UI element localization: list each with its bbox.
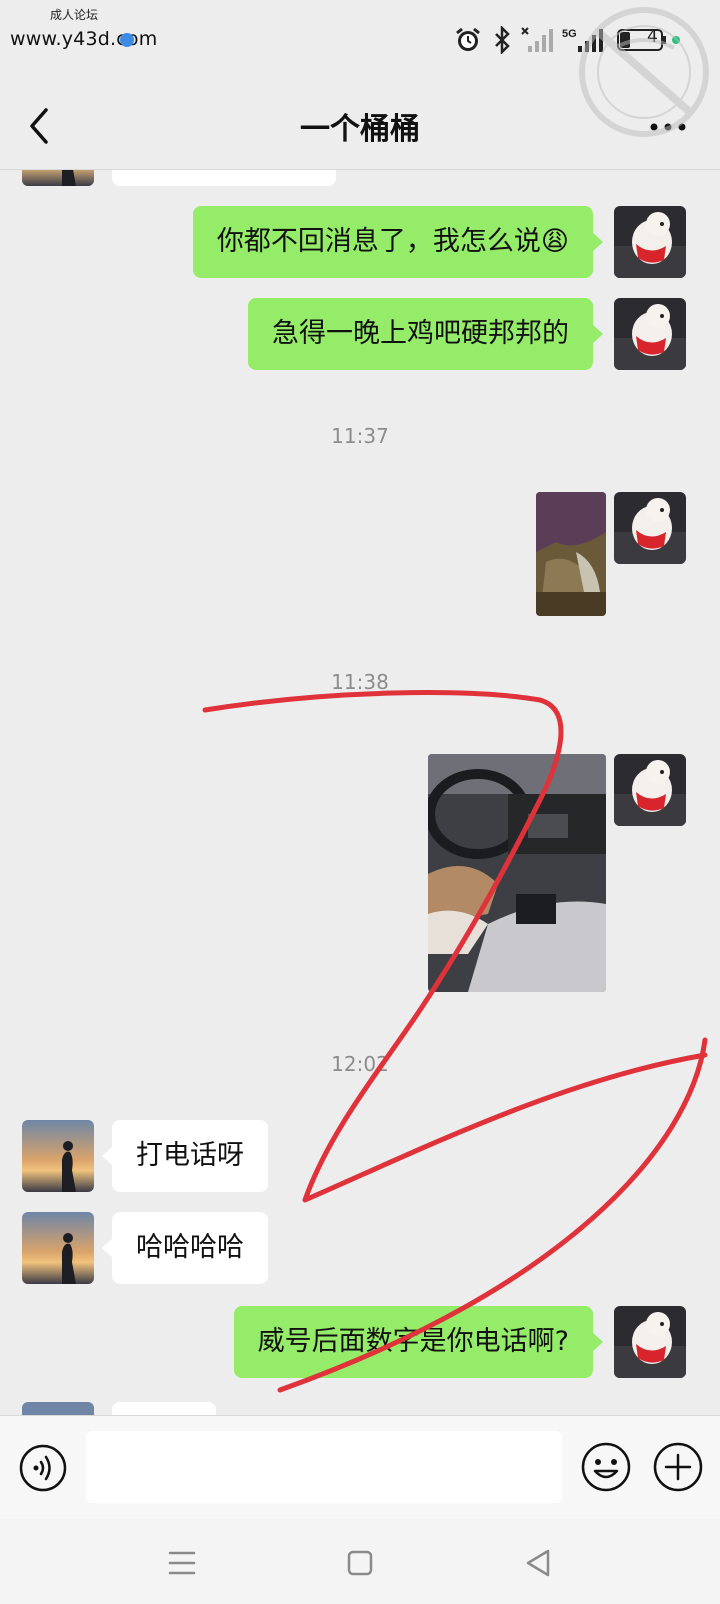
message-list[interactable]: 你都不回消息了，我怎么说😩 急得一晚上鸡吧硬邦邦的 11:37 11:38 12…	[0, 170, 720, 1415]
notification-dot-icon	[120, 33, 134, 47]
input-bar	[0, 1415, 720, 1519]
my-avatar[interactable]	[614, 298, 686, 370]
timestamp: 11:38	[331, 670, 389, 694]
contact-avatar[interactable]	[22, 1212, 94, 1284]
home-icon[interactable]	[340, 1543, 380, 1583]
image-message[interactable]	[428, 754, 606, 992]
my-avatar[interactable]	[614, 206, 686, 278]
timestamp: 12:02	[331, 1052, 389, 1076]
voice-icon[interactable]	[18, 1443, 68, 1493]
emoji-icon[interactable]	[580, 1441, 632, 1493]
watermark-stamp-icon	[579, 7, 709, 137]
message-bubble-sent[interactable]: 你都不回消息了，我怎么说😩	[192, 206, 604, 278]
back-triangle-icon[interactable]	[518, 1543, 558, 1583]
bluetooth-icon	[495, 26, 510, 54]
message-bubble-sent[interactable]: 急得一晚上鸡吧硬邦邦的	[248, 298, 603, 370]
image-message[interactable]	[536, 492, 606, 616]
contact-avatar[interactable]	[22, 1120, 94, 1192]
message-bubble-received[interactable]: 打电话呀	[102, 1120, 268, 1192]
my-avatar[interactable]	[614, 492, 686, 564]
my-avatar[interactable]	[614, 754, 686, 826]
message-bubble-received[interactable]: 哈哈哈哈	[102, 1212, 268, 1284]
plus-icon[interactable]	[652, 1441, 704, 1493]
message-bubble-partial[interactable]	[112, 170, 336, 186]
signal-weak-icon	[521, 27, 553, 52]
site-url: www.y43d.com	[10, 28, 158, 50]
my-avatar[interactable]	[614, 1306, 686, 1378]
site-label: 成人论坛	[50, 8, 99, 22]
contact-avatar[interactable]	[22, 170, 94, 186]
system-navigation-bar	[0, 1519, 720, 1604]
menu-icon[interactable]	[162, 1543, 202, 1583]
contact-avatar[interactable]	[22, 1402, 94, 1415]
alarm-icon	[456, 27, 480, 51]
timestamp: 11:37	[331, 424, 389, 448]
message-bubble-partial[interactable]	[112, 1402, 216, 1415]
message-bubble-sent[interactable]: 威号后面数字是你电话啊?	[233, 1306, 604, 1378]
message-input[interactable]	[86, 1431, 562, 1503]
